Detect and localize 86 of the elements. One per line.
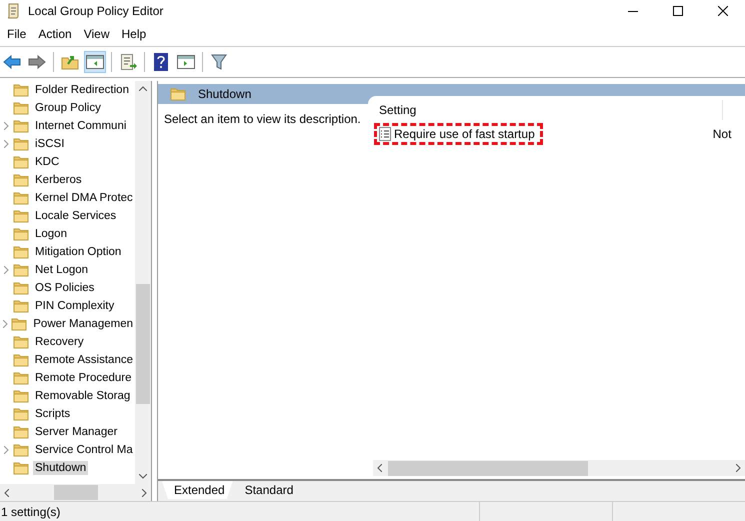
header-title: Shutdown [198, 87, 252, 101]
folder-icon [13, 389, 29, 403]
expand-chevron-icon[interactable] [4, 446, 8, 454]
tree-item[interactable]: Service Control Ma [33, 443, 135, 457]
tree-item[interactable]: Mitigation Option [33, 245, 124, 259]
right-arrow-icon [28, 55, 46, 69]
tree-item[interactable]: Removable Storag [33, 389, 132, 403]
table-cell: Not [712, 127, 732, 141]
view-tab[interactable]: Extended [162, 481, 233, 499]
app-icon [6, 3, 20, 19]
folder-icon [13, 83, 29, 97]
tree-item[interactable]: Logon [33, 227, 69, 241]
tree-item[interactable]: PIN Complexity [33, 299, 116, 313]
expand-chevron-icon[interactable] [4, 266, 8, 274]
tree-item[interactable]: KDC [33, 155, 62, 169]
tree-item[interactable]: Kerberos [33, 173, 84, 187]
maximize-icon [672, 6, 682, 16]
tree-item[interactable]: Server Manager [33, 425, 120, 439]
setting-name: Require use of fast startup [394, 127, 535, 141]
horizontal-scrollbar[interactable] [0, 484, 151, 501]
window-title: Local Group Policy Editor [28, 4, 164, 18]
tree-item[interactable]: Folder Redirection [33, 83, 131, 97]
folder-icon [170, 87, 186, 101]
tree-item[interactable]: Remote Assistance [32, 353, 135, 367]
tree-item[interactable]: Shutdown [33, 461, 88, 475]
folder-icon [13, 173, 29, 187]
pane-icon [86, 55, 104, 69]
tree-item[interactable]: Locale Services [33, 209, 118, 223]
menu-item[interactable]: File [1, 27, 32, 41]
menu-item[interactable]: Help [116, 27, 152, 41]
tree-item[interactable]: OS Policies [33, 281, 96, 295]
folder-icon [13, 443, 29, 457]
folder-icon [11, 317, 28, 331]
tree-item[interactable]: Scripts [33, 407, 72, 421]
up-caret-icon [139, 86, 147, 91]
funnel-icon [211, 54, 227, 70]
menu-item[interactable]: View [78, 27, 116, 41]
status-text: 1 setting(s) [1, 504, 60, 518]
column-header[interactable]: Setting [379, 100, 723, 120]
tree-item[interactable]: Remote Procedure [33, 371, 134, 385]
tree-item[interactable]: Recovery [33, 335, 86, 349]
left-caret-icon [377, 464, 382, 472]
horizontal-scrollbar[interactable] [373, 460, 745, 476]
right-caret-icon [142, 488, 147, 496]
folder-icon [13, 371, 29, 385]
show-tree-button[interactable] [84, 51, 106, 73]
tree-item[interactable]: Power Managemen [31, 317, 135, 331]
folder-icon [12, 353, 29, 367]
folder-icon [13, 281, 29, 295]
list-arrow-icon [119, 54, 137, 70]
folder-icon [13, 155, 29, 169]
vertical-scrollbar[interactable] [135, 81, 151, 484]
folder-icon [13, 227, 29, 241]
folder-icon [13, 407, 29, 421]
tree-item[interactable]: Group Policy [33, 101, 103, 115]
menu-item[interactable]: Action [32, 27, 78, 41]
pane-icon [177, 55, 195, 69]
tree-item[interactable]: Net Logon [33, 263, 90, 277]
left-arrow-icon [3, 55, 21, 69]
down-caret-icon [139, 474, 147, 479]
folder-icon [13, 245, 29, 259]
minimize-icon [628, 10, 638, 12]
tree-item[interactable]: Internet Communi [33, 119, 128, 133]
folder-icon [13, 209, 29, 223]
folder-icon [13, 335, 29, 349]
expand-chevron-icon[interactable] [4, 122, 8, 130]
folder-icon [13, 299, 29, 313]
folder-icon [13, 461, 29, 475]
close-icon [718, 6, 728, 16]
folder-arrow-icon [61, 54, 79, 70]
folder-icon [13, 137, 29, 151]
folder-icon [13, 119, 29, 133]
expand-chevron-icon[interactable] [4, 140, 8, 148]
right-caret-icon [736, 464, 741, 472]
tree-item[interactable]: Kernel DMA Protec [33, 191, 135, 205]
folder-icon [13, 101, 29, 115]
folder-icon [13, 425, 29, 439]
folder-icon [13, 191, 29, 205]
setting-icon [379, 127, 391, 141]
tree-item[interactable]: iSCSI [33, 137, 66, 151]
expand-chevron-icon[interactable] [2, 320, 8, 328]
highlighted-setting-row[interactable]: Require use of fast startup [374, 123, 543, 145]
left-caret-icon [4, 488, 9, 496]
help-icon [154, 53, 168, 71]
description-text: Select an item to view its description. [163, 111, 362, 128]
folder-icon [13, 263, 29, 277]
